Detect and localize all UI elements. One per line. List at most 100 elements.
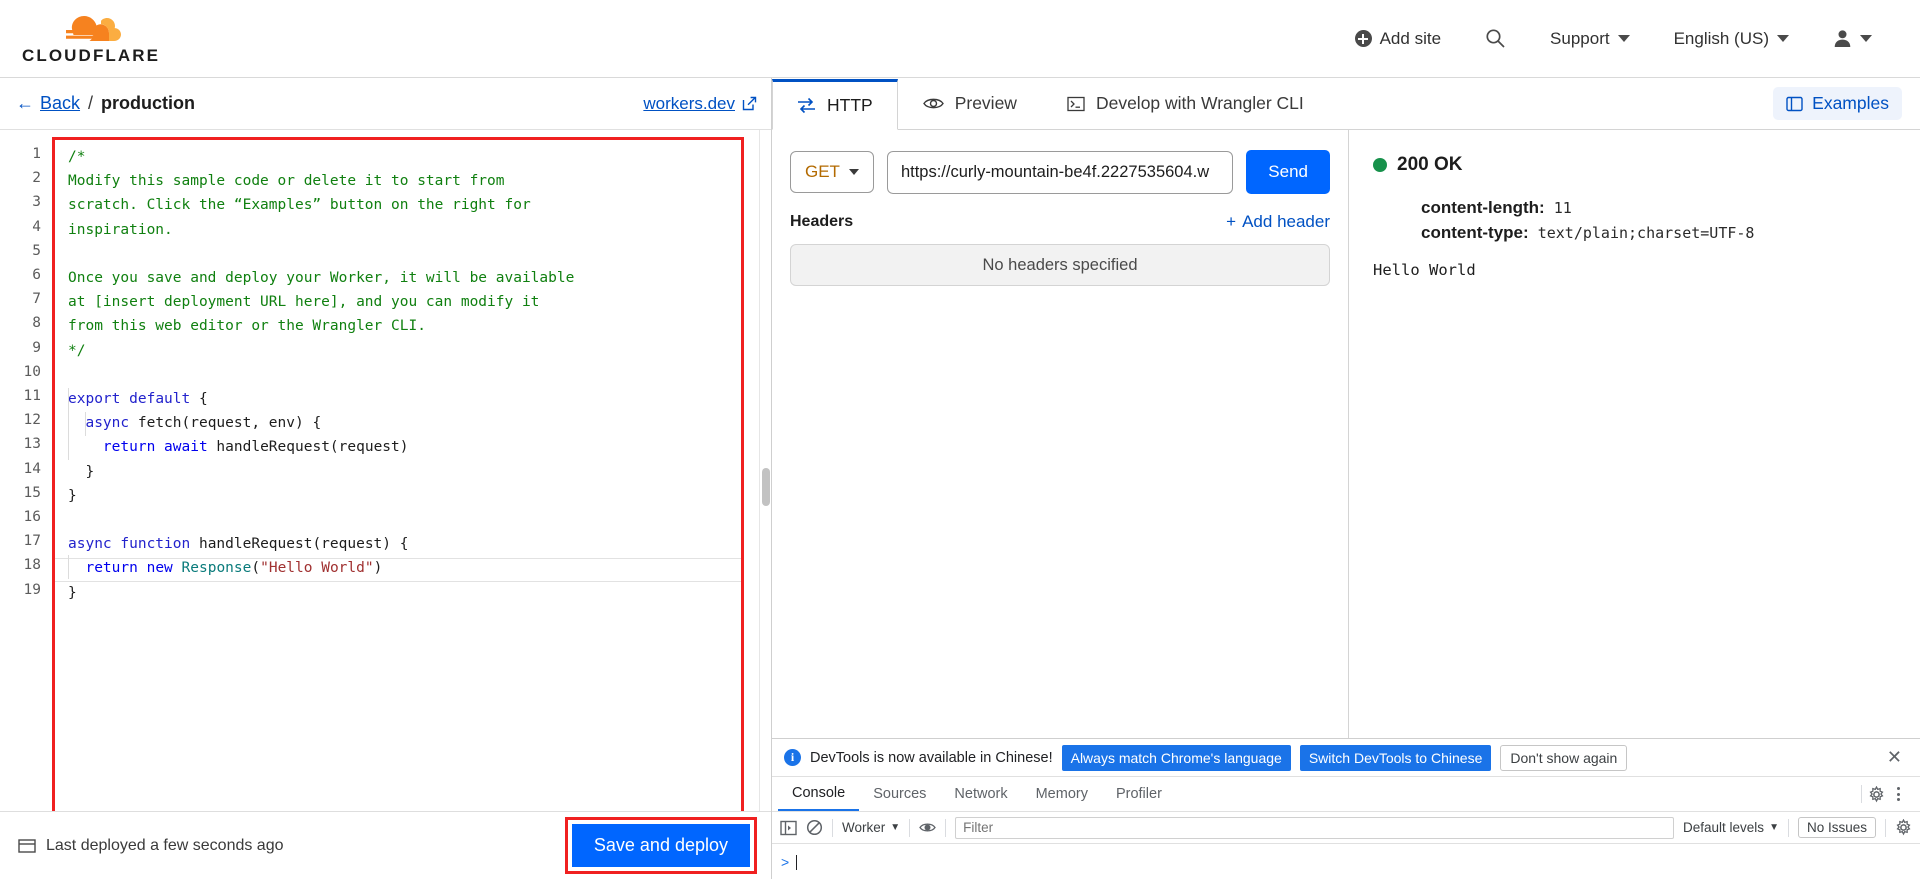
workers-dev-link[interactable]: workers.dev	[643, 94, 757, 114]
cloudflare-cloud-icon	[55, 11, 127, 45]
chevron-down-icon	[849, 169, 859, 175]
divider	[1885, 819, 1886, 837]
response-status-row: 200 OK	[1373, 154, 1920, 176]
code-line[interactable]: export default {	[68, 387, 741, 411]
line-number: 6	[0, 263, 41, 287]
indent-guide	[68, 555, 69, 579]
code-line[interactable]: Once you save and deploy your Worker, it…	[68, 266, 741, 290]
tab-preview-label: Preview	[955, 93, 1017, 114]
devtools-tab-memory[interactable]: Memory	[1022, 777, 1102, 811]
gear-icon[interactable]	[1895, 819, 1912, 836]
more-options-icon[interactable]	[1891, 787, 1906, 801]
chevron-down-icon: ▼	[890, 822, 900, 833]
no-headers-placeholder: No headers specified	[790, 244, 1330, 286]
console-log-levels-selector[interactable]: Default levels ▼	[1683, 820, 1779, 835]
code-line[interactable]: }	[68, 460, 741, 484]
code-line[interactable]: Modify this sample code or delete it to …	[68, 169, 741, 193]
line-number-gutter: 12345678910111213141516171819	[0, 130, 52, 844]
line-number: 9	[0, 336, 41, 360]
external-link-icon	[742, 96, 757, 111]
code-line[interactable]: scratch. Click the “Examples” button on …	[68, 193, 741, 217]
code-line[interactable]: */	[68, 339, 741, 363]
code-line[interactable]	[68, 363, 741, 387]
deploy-status: Last deployed a few seconds ago	[18, 837, 284, 855]
show-console-sidebar-icon[interactable]	[780, 820, 797, 836]
cloudflare-wordmark: CLOUDFLARE	[22, 46, 160, 66]
code-token: async	[85, 415, 129, 431]
code-line[interactable]: return await handleRequest(request)	[68, 435, 741, 459]
tab-wrangler-cli[interactable]: Develop with Wrangler CLI	[1042, 78, 1329, 129]
support-label: Support	[1550, 29, 1610, 49]
clear-console-icon[interactable]	[806, 819, 823, 836]
code-token: from this web editor or the Wrangler CLI…	[68, 318, 426, 334]
code-token: fetch(request, env) {	[129, 415, 321, 431]
live-expression-icon[interactable]	[919, 820, 936, 835]
gear-icon[interactable]	[1868, 786, 1885, 803]
always-match-language-button[interactable]: Always match Chrome's language	[1062, 745, 1291, 771]
response-header-value: text/plain;charset=UTF-8	[1529, 224, 1755, 242]
dont-show-again-button[interactable]: Don't show again	[1500, 745, 1627, 771]
indent-guide	[68, 388, 69, 460]
account-menu[interactable]	[1811, 19, 1894, 59]
back-link[interactable]: Back	[40, 93, 80, 114]
console-filter-input[interactable]	[955, 817, 1674, 839]
add-site-button[interactable]: Add site	[1333, 19, 1463, 59]
editor-breadcrumb-bar: ← Back / production workers.dev	[0, 78, 771, 130]
cloudflare-logo[interactable]: CLOUDFLARE	[22, 11, 160, 66]
code-line[interactable]	[68, 508, 741, 532]
request-url-input[interactable]	[887, 151, 1233, 194]
editor-scrollbar-thumb[interactable]	[762, 468, 770, 506]
close-icon[interactable]: ✕	[1879, 747, 1910, 768]
response-pane: 200 OK content-length: 11content-type: t…	[1349, 130, 1920, 738]
switch-to-chinese-button[interactable]: Switch DevTools to Chinese	[1300, 745, 1492, 771]
code-line[interactable]: /*	[68, 145, 741, 169]
issues-button[interactable]: No Issues	[1798, 817, 1876, 838]
line-number: 10	[0, 360, 41, 384]
book-icon	[1786, 96, 1803, 112]
code-editor[interactable]: 12345678910111213141516171819 /*Modify t…	[0, 130, 771, 844]
code-content[interactable]: /*Modify this sample code or delete it t…	[55, 145, 741, 605]
send-request-button[interactable]: Send	[1246, 150, 1330, 194]
editor-scrollbar[interactable]	[759, 130, 771, 844]
devtools-tab-profiler[interactable]: Profiler	[1102, 777, 1176, 811]
code-line[interactable]: async fetch(request, env) {	[68, 411, 741, 435]
code-token: function	[120, 536, 190, 552]
console-log-levels-value: Default levels	[1683, 820, 1764, 835]
code-line[interactable]: inspiration.	[68, 218, 741, 242]
code-line[interactable]: at [insert deployment URL here], and you…	[68, 290, 741, 314]
code-line[interactable]: }	[68, 581, 741, 605]
search-icon	[1485, 28, 1506, 49]
devtools-tab-sources[interactable]: Sources	[859, 777, 940, 811]
headers-section-header: Headers + Add header	[772, 212, 1348, 232]
devtools-tab-console[interactable]: Console	[778, 777, 859, 811]
language-menu[interactable]: English (US)	[1652, 19, 1811, 59]
line-number: 3	[0, 190, 41, 214]
examples-button[interactable]: Examples	[1773, 87, 1902, 120]
search-button[interactable]	[1463, 19, 1528, 59]
tab-preview[interactable]: Preview	[898, 78, 1042, 129]
code-line[interactable]: from this web editor or the Wrangler CLI…	[68, 314, 741, 338]
console-context-selector[interactable]: Worker ▼	[842, 820, 900, 835]
code-line[interactable]: }	[68, 484, 741, 508]
chevron-down-icon	[1618, 35, 1630, 42]
tab-http[interactable]: HTTP	[772, 79, 898, 130]
support-menu[interactable]: Support	[1528, 19, 1652, 59]
plus-circle-icon	[1355, 30, 1372, 47]
plus-icon: +	[1226, 212, 1236, 232]
editor-footer: Last deployed a few seconds ago Save and…	[0, 811, 771, 879]
response-header-name: content-type:	[1421, 223, 1529, 242]
console-context-value: Worker	[842, 820, 885, 835]
code-line[interactable]: async function handleRequest(request) {	[68, 532, 741, 556]
code-token: async	[68, 536, 112, 552]
console-input-row[interactable]: >	[772, 844, 1920, 879]
http-method-select[interactable]: GET	[790, 151, 874, 193]
save-and-deploy-button[interactable]: Save and deploy	[572, 824, 750, 867]
global-header: CLOUDFLARE Add site Support English (US)	[0, 0, 1920, 78]
add-header-button[interactable]: + Add header	[1226, 212, 1330, 232]
code-token: Once you save and deploy your Worker, it…	[68, 270, 574, 286]
chevron-down-icon: ▼	[1769, 822, 1779, 833]
breadcrumb-separator: /	[88, 93, 93, 114]
code-line[interactable]	[68, 242, 741, 266]
devtools-tab-network[interactable]: Network	[940, 777, 1021, 811]
line-number: 17	[0, 529, 41, 553]
